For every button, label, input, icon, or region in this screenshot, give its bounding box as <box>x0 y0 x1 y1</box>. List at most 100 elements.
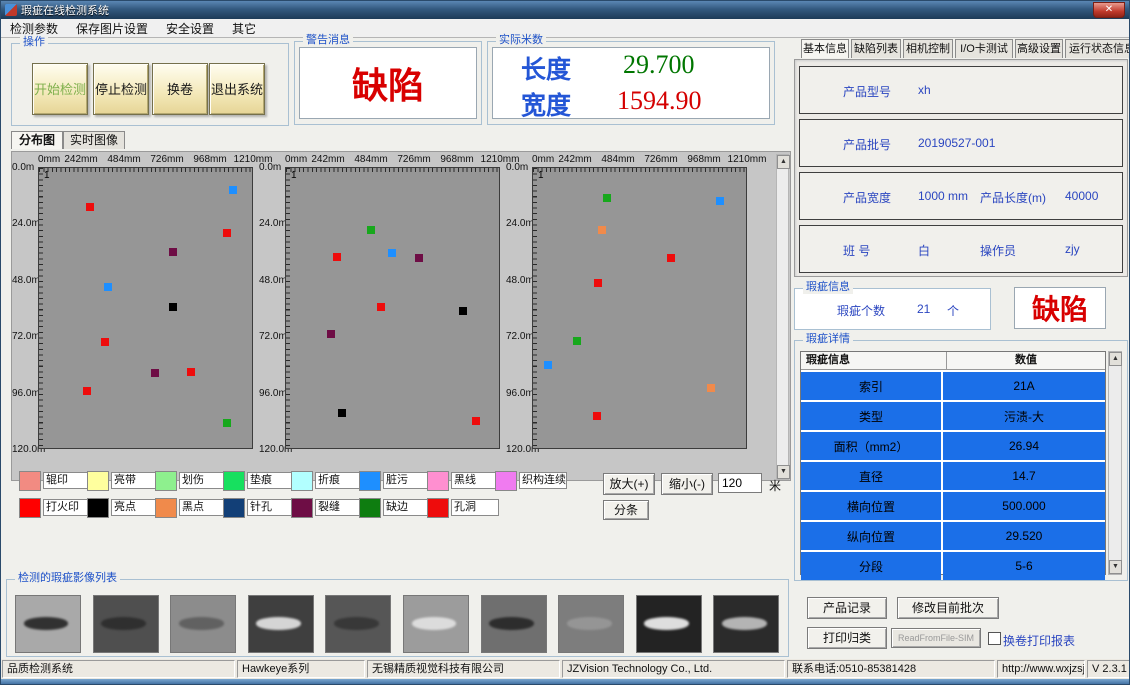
print-report-checkbox[interactable] <box>988 632 1001 645</box>
detail-row[interactable]: 索引21A <box>801 372 1105 400</box>
defect-thumbnail-4[interactable] <box>325 595 391 653</box>
legend-label: 脏污 <box>383 472 431 489</box>
legend-label: 裂缝 <box>315 499 363 516</box>
zoom-out-button[interactable]: 缩小(-) <box>661 473 713 495</box>
plot-vertical-scrollbar[interactable]: ▲ ▼ <box>776 154 789 480</box>
defect-point-green <box>223 419 231 427</box>
right-tab-2[interactable]: 相机控制 <box>903 39 953 58</box>
plot-canvas[interactable]: 1 <box>38 167 253 449</box>
panel-marker: 1 <box>538 170 544 181</box>
op-button-3[interactable]: 退出系统 <box>209 63 265 115</box>
op-button-2[interactable]: 换卷 <box>152 63 208 115</box>
warning-text: 缺陷 <box>352 57 424 109</box>
scatter-plot-1: 0.0m24.0m48.0m72.0m96.0m120.0m0mm242mm48… <box>12 154 254 472</box>
read-from-file-button[interactable]: ReadFromFile-SIM <box>891 628 981 648</box>
right-tab-3[interactable]: I/O卡测试 <box>955 39 1013 58</box>
meters-box: 长度 29.700 宽度 1594.90 <box>492 47 770 119</box>
table-scroll-up-icon[interactable]: ▲ <box>1109 352 1122 366</box>
product-record-button[interactable]: 产品记录 <box>807 597 887 619</box>
title-bar: 瑕疵在线检测系统 ✕ <box>1 1 1130 19</box>
defect-detail-table: 瑕疵信息数值索引21A类型污渍-大面积（mm2）26.94直径14.7横向位置5… <box>800 351 1106 575</box>
panel-marker: 1 <box>291 170 297 181</box>
defect-thumbnail-2[interactable] <box>170 595 236 653</box>
defect-mark <box>179 617 224 629</box>
menu-item-2[interactable]: 安全设置 <box>157 20 223 37</box>
op-button-0[interactable]: 开始检测 <box>32 63 88 115</box>
length-value: 29.700 <box>623 50 695 80</box>
defect-thumbnail-0[interactable] <box>15 595 81 653</box>
detail-row[interactable]: 分段5-6 <box>801 552 1105 580</box>
panel-marker: 1 <box>44 170 50 181</box>
defect-thumbnail-5[interactable] <box>403 595 469 653</box>
x-tick-label: 484mm <box>354 154 387 165</box>
legend-label: 划伤 <box>179 472 227 489</box>
operator-value: zjy <box>1065 242 1080 256</box>
x-tick-label: 484mm <box>107 154 140 165</box>
defect-alert-box: 缺陷 <box>1014 287 1106 329</box>
product-size-row: 产品宽度 1000 mm 产品长度(m) 40000 <box>799 172 1123 220</box>
detail-row[interactable]: 类型污渍-大 <box>801 402 1105 430</box>
status-cell-2: 无锡精质视觉科技有限公司 <box>367 660 560 678</box>
x-tick-label: 968mm <box>440 154 473 165</box>
menu-item-1[interactable]: 保存图片设置 <box>67 20 157 37</box>
right-tab-5[interactable]: 运行状态信息 <box>1065 39 1130 58</box>
right-tab-1[interactable]: 缺陷列表 <box>851 39 901 58</box>
defect-point-red <box>333 253 341 261</box>
y-tick-label: 96.0m <box>506 388 532 399</box>
x-tick-label: 1210mm <box>728 154 767 165</box>
defect-thumbnail-9[interactable] <box>713 595 779 653</box>
detail-cell-value: 29.520 <box>943 522 1105 550</box>
defect-count-unit: 个 <box>947 302 959 319</box>
print-classify-button[interactable]: 打印归类 <box>807 627 887 649</box>
plot-canvas[interactable]: 1 <box>285 167 500 449</box>
defect-thumbnail-1[interactable] <box>93 595 159 653</box>
legend-label: 织构连续 <box>519 472 567 489</box>
app-icon <box>5 4 17 16</box>
close-button[interactable]: ✕ <box>1093 2 1125 18</box>
detail-row[interactable]: 面积（mm2）26.94 <box>801 432 1105 460</box>
op-button-1[interactable]: 停止检测 <box>93 63 149 115</box>
right-tab-4[interactable]: 高级设置 <box>1015 39 1063 58</box>
defect-thumbnail-8[interactable] <box>636 595 702 653</box>
y-tick-label: 72.0m <box>506 331 532 342</box>
defect-point-blue <box>229 186 237 194</box>
detail-row[interactable]: 横向位置500.000 <box>801 492 1105 520</box>
legend-label: 垫痕 <box>247 472 295 489</box>
scatter-plot-3: 0.0m24.0m48.0m72.0m96.0m120.0m0mm242mm48… <box>506 154 748 472</box>
zoom-in-button[interactable]: 放大(+) <box>603 473 655 495</box>
table-scroll-down-icon[interactable]: ▼ <box>1109 560 1122 574</box>
table-scrollbar[interactable]: ▲ ▼ <box>1108 351 1122 575</box>
x-tick-label: 968mm <box>687 154 720 165</box>
defect-thumbnail-3[interactable] <box>248 595 314 653</box>
y-tick-label: 24.0m <box>506 218 532 229</box>
detail-row[interactable]: 直径14.7 <box>801 462 1105 490</box>
defect-point-purple <box>327 330 335 338</box>
defect-thumbnail-6[interactable] <box>481 595 547 653</box>
legend-swatch <box>427 498 449 518</box>
menu-item-3[interactable]: 其它 <box>223 20 265 37</box>
split-button[interactable]: 分条 <box>603 500 649 520</box>
y-tick-label: 120.0m <box>259 444 285 455</box>
detail-cell-label: 分段 <box>801 552 941 580</box>
menu-item-0[interactable]: 检测参数 <box>1 20 67 37</box>
plot-canvas[interactable]: 1 <box>532 167 747 449</box>
legend-swatch <box>291 471 313 491</box>
legend-swatch <box>495 471 517 491</box>
legend-label: 打火印 <box>43 499 91 516</box>
detail-row[interactable]: 纵向位置29.520 <box>801 522 1105 550</box>
scale-input[interactable] <box>718 473 762 493</box>
scroll-up-icon[interactable]: ▲ <box>777 155 790 169</box>
modify-batch-button[interactable]: 修改目前批次 <box>897 597 999 619</box>
defect-point-red <box>594 279 602 287</box>
view-tab-1[interactable]: 实时图像 <box>63 131 125 149</box>
right-tab-0[interactable]: 基本信息 <box>801 39 849 58</box>
y-tick-label: 72.0m <box>12 331 38 342</box>
defect-point-orange <box>598 226 606 234</box>
detail-cell-label: 横向位置 <box>801 492 941 520</box>
defect-thumbnail-7[interactable] <box>558 595 624 653</box>
legend-label: 针孔 <box>247 499 295 516</box>
defect-point-green <box>603 194 611 202</box>
y-tick-label: 24.0m <box>259 218 285 229</box>
y-tick-label: 48.0m <box>506 275 532 286</box>
view-tab-0[interactable]: 分布图 <box>11 131 63 149</box>
